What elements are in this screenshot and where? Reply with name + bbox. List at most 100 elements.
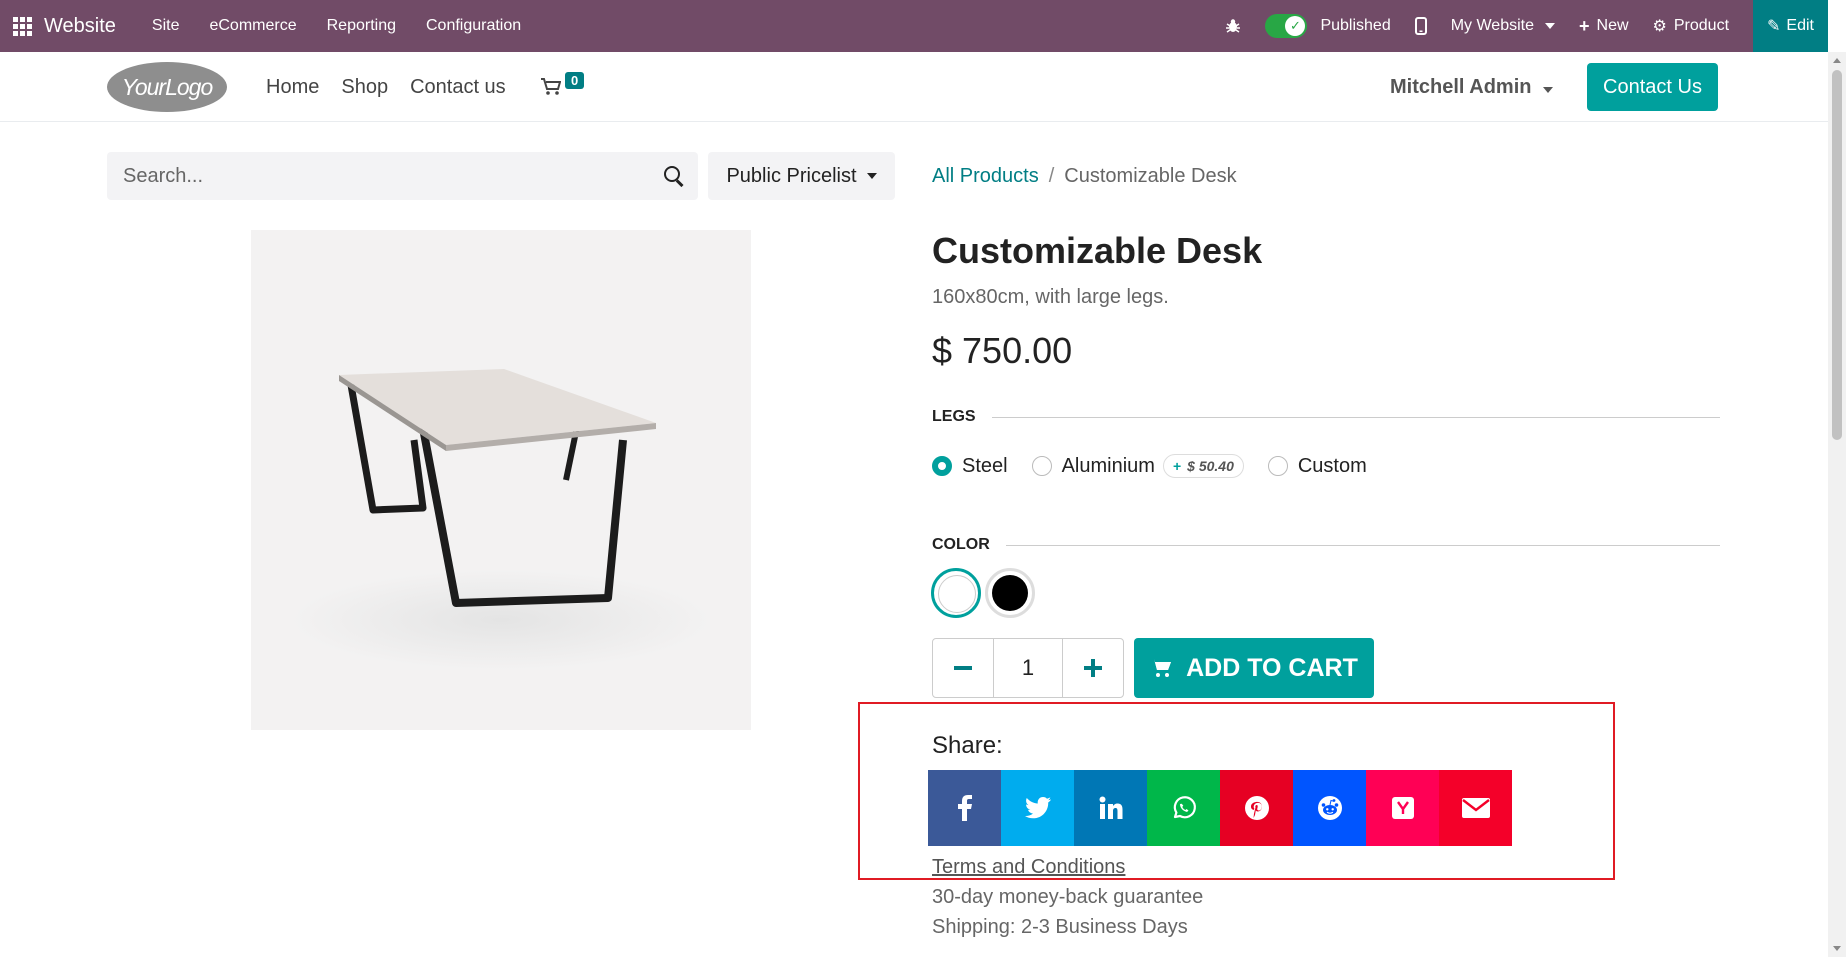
legs-option-steel[interactable]: Steel bbox=[932, 455, 1008, 478]
legs-options: Steel Aluminium + $ 50.40 Custom bbox=[932, 454, 1391, 478]
radio-button[interactable] bbox=[932, 456, 952, 476]
scroll-down-arrow-icon[interactable] bbox=[1833, 946, 1841, 951]
new-label: New bbox=[1596, 17, 1629, 34]
quantity-stepper: 1 bbox=[932, 638, 1124, 698]
website-header: YourLogo Home Shop Contact us 0 Mitchell… bbox=[0, 52, 1828, 122]
share-reddit-button[interactable] bbox=[1293, 770, 1366, 846]
price-extra-badge: + $ 50.40 bbox=[1162, 454, 1244, 478]
check-icon: ✓ bbox=[1285, 16, 1306, 36]
color-attribute-header: COLOR bbox=[932, 536, 1720, 554]
share-facebook-button[interactable] bbox=[928, 770, 1001, 846]
cart-count-badge: 0 bbox=[565, 72, 585, 89]
published-label: Published bbox=[1320, 17, 1391, 34]
product-price: $ 750.00 bbox=[932, 330, 1073, 371]
pinterest-icon bbox=[1244, 796, 1269, 820]
nav-shop[interactable]: Shop bbox=[341, 76, 388, 99]
website-switcher[interactable]: My Website bbox=[1451, 17, 1555, 35]
option-label: Steel bbox=[962, 454, 1008, 477]
linkedin-icon bbox=[1099, 796, 1122, 819]
pricelist-dropdown[interactable]: Public Pricelist bbox=[708, 152, 895, 200]
legs-option-custom[interactable]: Custom bbox=[1267, 454, 1367, 478]
user-name: Mitchell Admin bbox=[1390, 76, 1532, 98]
app-name[interactable]: Website bbox=[44, 15, 116, 38]
money-back-guarantee: 30-day money-back guarantee bbox=[932, 886, 1204, 908]
plus-icon: + bbox=[1579, 15, 1590, 36]
search-icon[interactable] bbox=[664, 166, 684, 186]
product-label: Product bbox=[1673, 17, 1730, 34]
new-button[interactable]: + New bbox=[1579, 16, 1629, 37]
menu-configuration[interactable]: Configuration bbox=[426, 17, 521, 35]
shipping-info: Shipping: 2-3 Business Days bbox=[932, 916, 1188, 938]
reddit-icon bbox=[1317, 796, 1342, 820]
envelope-icon bbox=[1461, 798, 1490, 818]
scroll-up-arrow-icon[interactable] bbox=[1833, 58, 1841, 63]
apps-menu-icon[interactable] bbox=[0, 0, 44, 52]
product-description: 160x80cm, with large legs. bbox=[932, 286, 1169, 308]
nav-contact-us[interactable]: Contact us bbox=[410, 76, 506, 99]
whatsapp-icon bbox=[1173, 796, 1196, 819]
caret-down-icon bbox=[1543, 87, 1554, 93]
legs-label: LEGS bbox=[932, 408, 976, 425]
menu-site[interactable]: Site bbox=[152, 17, 180, 35]
divider bbox=[1005, 544, 1720, 546]
cart-icon[interactable] bbox=[541, 78, 562, 102]
odoo-navbar: Website Site eCommerce Reporting Configu… bbox=[0, 0, 1828, 52]
legs-attribute-header: LEGS bbox=[932, 408, 1720, 426]
edit-button[interactable]: ✎ Edit bbox=[1753, 0, 1828, 52]
page-scrollbar[interactable] bbox=[1828, 52, 1846, 957]
quantity-input[interactable]: 1 bbox=[993, 639, 1063, 697]
contact-us-button[interactable]: Contact Us bbox=[1587, 63, 1718, 111]
option-label: Custom bbox=[1297, 454, 1367, 477]
legs-option-aluminium[interactable]: Aluminium + $ 50.40 bbox=[1031, 454, 1244, 478]
color-swatch-black[interactable] bbox=[985, 568, 1035, 618]
share-linkedin-button[interactable] bbox=[1074, 770, 1147, 846]
share-whatsapp-button[interactable] bbox=[1147, 770, 1220, 846]
menu-ecommerce[interactable]: eCommerce bbox=[209, 17, 296, 35]
pricelist-label: Public Pricelist bbox=[726, 164, 857, 187]
share-buttons bbox=[928, 770, 1512, 846]
cart-icon bbox=[1150, 659, 1172, 677]
toggle-switch[interactable]: ✓ bbox=[1265, 14, 1308, 38]
twitter-icon bbox=[1024, 797, 1051, 819]
share-email-button[interactable] bbox=[1439, 770, 1512, 846]
product-title: Customizable Desk bbox=[932, 230, 1263, 271]
share-hacker-news-button[interactable] bbox=[1366, 770, 1439, 846]
divider bbox=[991, 416, 1720, 418]
user-menu[interactable]: Mitchell Admin bbox=[1390, 76, 1554, 99]
gear-icon: ⚙ bbox=[1652, 18, 1667, 35]
share-label: Share: bbox=[932, 732, 1003, 759]
mobile-preview-icon[interactable] bbox=[1414, 17, 1427, 35]
radio-button[interactable] bbox=[1031, 456, 1052, 476]
main-nav: Home Shop Contact us bbox=[266, 76, 506, 99]
radio-button[interactable] bbox=[1267, 456, 1288, 476]
color-label: COLOR bbox=[932, 536, 990, 553]
product-image[interactable] bbox=[251, 230, 751, 730]
share-twitter-button[interactable] bbox=[1001, 770, 1074, 846]
add-to-cart-button[interactable]: ADD TO CART bbox=[1134, 638, 1374, 698]
search-input[interactable] bbox=[121, 163, 664, 189]
add-to-cart-label: ADD TO CART bbox=[1186, 653, 1358, 682]
product-search bbox=[107, 152, 698, 200]
nav-home[interactable]: Home bbox=[266, 76, 319, 99]
scrollbar-thumb[interactable] bbox=[1832, 70, 1842, 440]
menu-reporting[interactable]: Reporting bbox=[327, 17, 396, 35]
color-swatch-white[interactable] bbox=[931, 568, 981, 618]
hacker-news-icon bbox=[1391, 797, 1414, 819]
breadcrumb-all-products[interactable]: All Products bbox=[932, 165, 1039, 187]
debug-bug-icon[interactable] bbox=[1225, 18, 1241, 34]
increase-quantity-button[interactable] bbox=[1063, 639, 1123, 697]
pencil-icon: ✎ bbox=[1767, 18, 1781, 35]
website-switcher-label: My Website bbox=[1450, 17, 1534, 34]
facebook-icon bbox=[957, 795, 972, 821]
share-pinterest-button[interactable] bbox=[1220, 770, 1293, 846]
product-settings-button[interactable]: ⚙ Product bbox=[1653, 16, 1729, 36]
publish-toggle[interactable]: ✓ Published bbox=[1265, 14, 1391, 38]
terms-and-conditions-link[interactable]: Terms and Conditions bbox=[932, 856, 1125, 879]
edit-label: Edit bbox=[1786, 17, 1814, 34]
price-extra-value: $ 50.40 bbox=[1187, 458, 1234, 474]
caret-down-icon bbox=[866, 173, 877, 179]
option-label: Aluminium bbox=[1061, 454, 1155, 477]
site-logo[interactable]: YourLogo bbox=[107, 62, 227, 112]
breadcrumb: All Products / Customizable Desk bbox=[932, 165, 1237, 188]
decrease-quantity-button[interactable] bbox=[933, 639, 993, 697]
